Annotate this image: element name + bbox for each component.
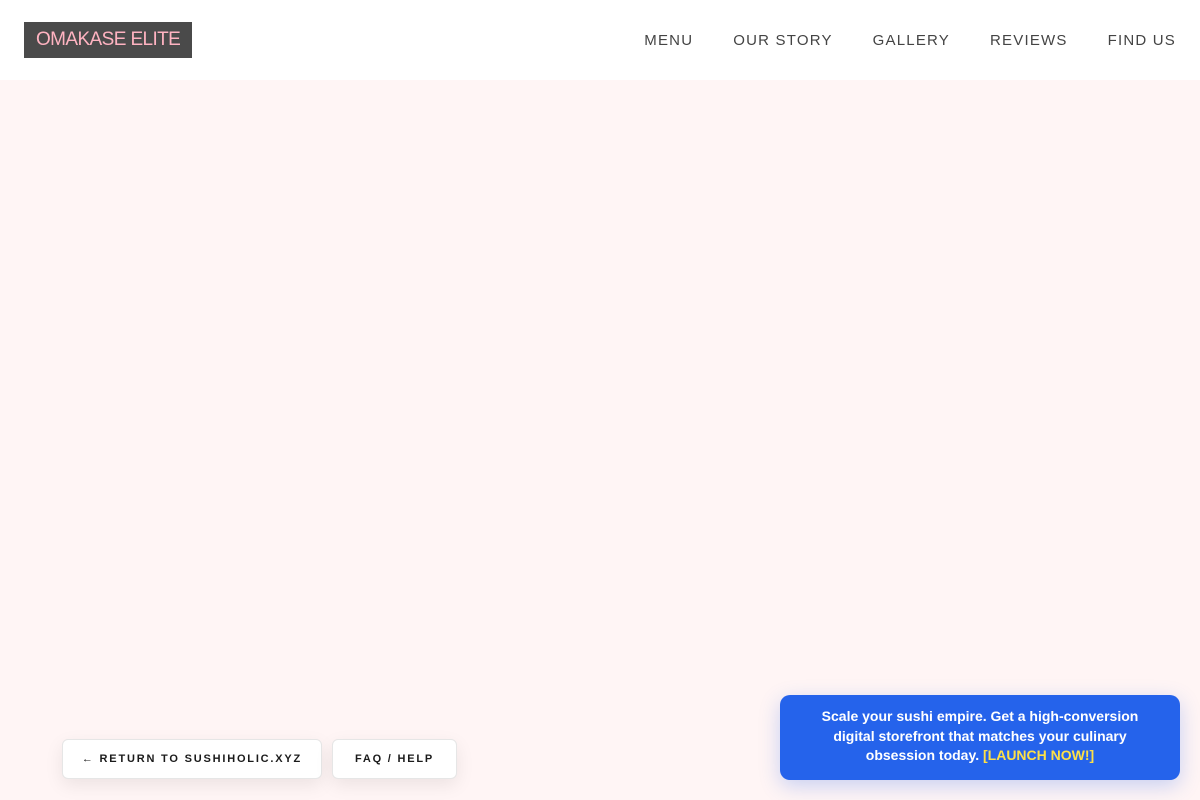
hero-section: [0, 80, 1200, 800]
nav-item-reviews[interactable]: REVIEWS: [990, 32, 1068, 49]
return-to-site-button[interactable]: ← RETURN TO SUSHIHOLIC.XYZ: [62, 739, 322, 779]
nav-item-find-us[interactable]: FIND US: [1108, 32, 1176, 49]
launch-now-link[interactable]: [LAUNCH NOW!]: [983, 747, 1094, 763]
promo-banner: Scale your sushi empire. Get a high-conv…: [780, 695, 1180, 780]
main-nav: MENU OUR STORY GALLERY REVIEWS FIND US: [644, 0, 1176, 80]
nav-item-our-story[interactable]: OUR STORY: [733, 32, 832, 49]
site-logo[interactable]: OMAKASE ELITE: [24, 22, 193, 58]
site-header: OMAKASE ELITE MENU OUR STORY GALLERY REV…: [0, 0, 1200, 80]
nav-item-gallery[interactable]: GALLERY: [873, 32, 950, 49]
faq-help-button[interactable]: FAQ / HELP: [332, 739, 457, 779]
nav-item-menu[interactable]: MENU: [644, 32, 693, 49]
